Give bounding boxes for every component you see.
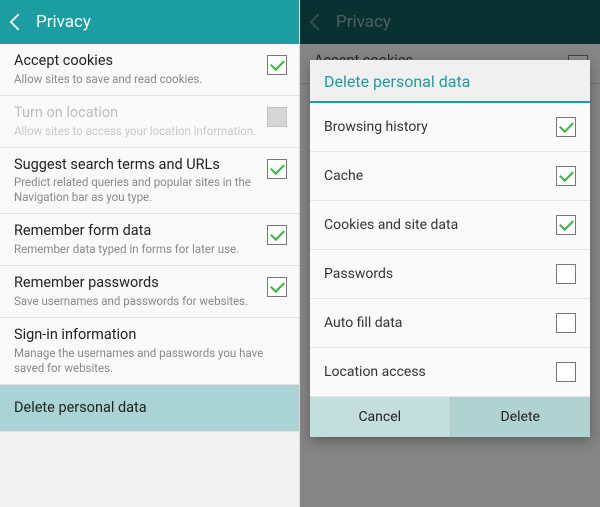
dialog-item-label: Auto fill data [324,315,556,331]
checkbox-icon[interactable] [267,225,287,245]
checkbox-icon [267,107,287,127]
checkbox-icon[interactable] [556,215,576,235]
dialog-item-autofill[interactable]: Auto fill data [310,299,590,348]
checkbox-icon[interactable] [556,166,576,186]
dialog-item-label: Passwords [324,266,556,282]
page-title: Privacy [36,12,91,32]
dialog-item-cache[interactable]: Cache [310,152,590,201]
settings-list: Accept cookies Allow sites to save and r… [0,44,299,432]
setting-title: Suggest search terms and URLs [14,156,259,175]
setting-title: Accept cookies [14,52,259,71]
checkbox-icon[interactable] [556,117,576,137]
dialog-item-label: Location access [324,364,556,380]
dialog-item-label: Cache [324,168,556,184]
setting-suggest-search[interactable]: Suggest search terms and URLs Predict re… [0,148,299,215]
setting-title: Delete personal data [14,399,279,418]
setting-title: Turn on location [14,104,259,123]
setting-sub: Remember data typed in forms for later u… [14,242,259,257]
setting-delete-personal-data[interactable]: Delete personal data [0,385,299,433]
setting-title: Sign-in information [14,326,279,345]
setting-sub: Predict related queries and popular site… [14,175,259,205]
checkbox-icon[interactable] [556,313,576,333]
checkbox-icon[interactable] [267,55,287,75]
setting-sub: Allow sites to access your location info… [14,124,259,139]
back-icon[interactable] [10,14,27,31]
privacy-delete-dialog-pane: Privacy Accept cookies Delete personal d… [300,0,600,507]
checkbox-icon[interactable] [556,362,576,382]
dialog-item-label: Browsing history [324,119,556,135]
delete-button[interactable]: Delete [451,397,591,437]
setting-title: Remember passwords [14,274,259,293]
checkbox-icon[interactable] [267,277,287,297]
cancel-button[interactable]: Cancel [310,397,451,437]
dialog-title: Delete personal data [310,60,590,103]
checkbox-icon[interactable] [556,264,576,284]
dialog-item-passwords[interactable]: Passwords [310,250,590,299]
privacy-settings-pane: Privacy Accept cookies Allow sites to sa… [0,0,300,507]
dialog-item-browsing-history[interactable]: Browsing history [310,103,590,152]
dialog-button-row: Cancel Delete [310,397,590,437]
checkbox-icon[interactable] [267,159,287,179]
setting-sub: Allow sites to save and read cookies. [14,72,259,87]
action-bar: Privacy [0,0,299,44]
setting-sub: Manage the usernames and passwords you h… [14,346,279,376]
setting-sub: Save usernames and passwords for website… [14,294,259,309]
setting-remember-passwords[interactable]: Remember passwords Save usernames and pa… [0,266,299,318]
setting-turn-on-location: Turn on location Allow sites to access y… [0,96,299,148]
setting-remember-form-data[interactable]: Remember form data Remember data typed i… [0,214,299,266]
setting-sign-in-info[interactable]: Sign-in information Manage the usernames… [0,318,299,385]
delete-personal-data-dialog: Delete personal data Browsing history Ca… [310,60,590,437]
dialog-item-location-access[interactable]: Location access [310,348,590,397]
dialog-item-cookies[interactable]: Cookies and site data [310,201,590,250]
setting-accept-cookies[interactable]: Accept cookies Allow sites to save and r… [0,44,299,96]
setting-title: Remember form data [14,222,259,241]
dialog-item-label: Cookies and site data [324,217,556,233]
